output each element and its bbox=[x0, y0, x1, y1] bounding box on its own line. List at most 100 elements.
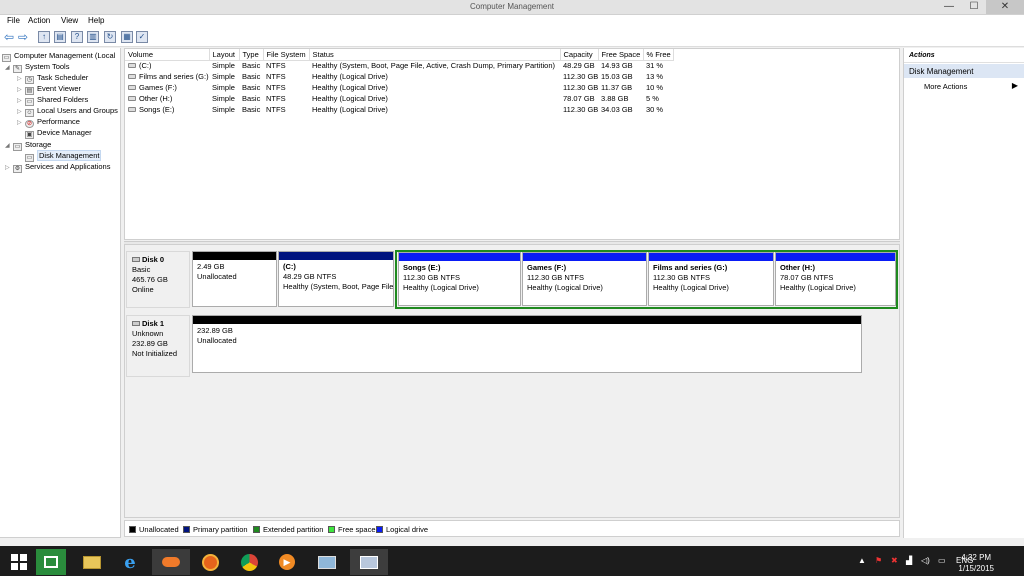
partition-c[interactable]: (C:) 48.29 GB NTFS Healthy (System, Boot… bbox=[278, 251, 394, 307]
table-row[interactable]: (C:) Simple Basic NTFS Healthy (System, … bbox=[125, 60, 673, 71]
partition-color-bar bbox=[649, 253, 773, 261]
tree-event-viewer[interactable]: ▷ ▤ Event Viewer bbox=[17, 83, 81, 95]
internet-explorer-icon[interactable]: e bbox=[111, 549, 149, 575]
tree-shared-folders[interactable]: ▷ ▭ Shared Folders bbox=[17, 94, 88, 106]
clock[interactable]: 4:32 PM 1/15/2015 bbox=[958, 552, 994, 574]
submenu-arrow-icon[interactable]: ▶ bbox=[1012, 81, 1018, 90]
partition-other-h[interactable]: Other (H:) 78.07 GB NTFS Healthy (Logica… bbox=[775, 252, 896, 306]
disk-graphical-view: Disk 0 Basic 465.76 GB Online 2.49 GB Un… bbox=[124, 244, 900, 518]
tree-services-applications[interactable]: ▷ ⚙ Services and Applications bbox=[5, 161, 110, 174]
console-tree: ▭ Computer Management (Local ◢ ✎ System Too… bbox=[0, 48, 121, 538]
partition-songs-e[interactable]: Songs (E:) 112.30 GB NTFS Healthy (Logic… bbox=[398, 252, 521, 306]
window-app-icon[interactable] bbox=[308, 549, 346, 575]
partition-color-bar bbox=[399, 253, 520, 261]
back-arrow-icon[interactable]: ⇦ bbox=[3, 31, 15, 43]
col-file-system[interactable]: File System bbox=[263, 49, 310, 61]
actions-pane: Actions Disk Management More Actions ▶ bbox=[903, 48, 1024, 538]
disk-icon bbox=[132, 321, 140, 326]
error-icon[interactable]: ✖ bbox=[891, 556, 898, 565]
menu-bar: File Action View Help bbox=[0, 15, 1024, 28]
firefox-icon[interactable] bbox=[191, 549, 229, 575]
checklist-icon[interactable]: ✓ bbox=[136, 31, 148, 43]
table-row[interactable]: Games (F:) Simple Basic NTFS Healthy (Lo… bbox=[125, 82, 673, 93]
col-layout[interactable]: Layout bbox=[209, 49, 240, 61]
legend-logical-drive: Logical drive bbox=[376, 525, 428, 534]
title-bar[interactable]: Computer Management — ☐ ✕ bbox=[0, 0, 1024, 15]
partition-color-bar bbox=[279, 252, 393, 260]
up-folder-icon[interactable]: ↑ bbox=[38, 31, 50, 43]
volume-icon[interactable]: ◁) bbox=[921, 556, 930, 565]
partition-unallocated-disk1[interactable]: 232.89 GB Unallocated bbox=[192, 315, 862, 373]
menu-view[interactable]: View bbox=[61, 16, 78, 25]
properties-icon[interactable]: ▦ bbox=[121, 31, 133, 43]
close-button[interactable]: ✕ bbox=[986, 0, 1024, 14]
collapse-arrow-icon[interactable]: ◢ bbox=[5, 141, 13, 152]
disk-1-label[interactable]: Disk 1 Unknown 232.89 GB Not Initialized bbox=[126, 315, 190, 377]
partition-color-bar bbox=[193, 252, 276, 260]
col-status[interactable]: Status bbox=[309, 49, 561, 61]
tree-performance[interactable]: ▷ ⊘ Performance bbox=[17, 116, 80, 128]
volume-table-header: Volume Layout Type File System Status Ca… bbox=[125, 49, 674, 61]
actions-section-disk-management[interactable]: Disk Management bbox=[904, 64, 1024, 78]
start-button[interactable] bbox=[0, 549, 38, 575]
legend-extended: Extended partition bbox=[253, 525, 323, 534]
actions-header: Actions bbox=[904, 48, 1024, 63]
tree-disk-management[interactable]: ▭ Disk Management bbox=[17, 150, 102, 162]
volume-list: Volume Layout Type File System Status Ca… bbox=[124, 48, 900, 240]
forward-arrow-icon[interactable]: ⇨ bbox=[17, 31, 29, 43]
tree-storage[interactable]: ◢ ▭ Storage bbox=[5, 139, 51, 152]
partition-games-f[interactable]: Games (F:) 112.30 GB NTFS Healthy (Logic… bbox=[522, 252, 647, 306]
refresh-icon[interactable]: ↻ bbox=[104, 31, 116, 43]
help-icon[interactable]: ? bbox=[71, 31, 83, 43]
windows-logo-icon bbox=[10, 553, 28, 571]
notifications-icon[interactable]: ▭ bbox=[938, 556, 946, 565]
col-capacity[interactable]: Capacity bbox=[560, 49, 599, 61]
col-volume[interactable]: Volume bbox=[125, 49, 210, 61]
tree-device-manager[interactable]: ▣ Device Manager bbox=[17, 127, 92, 139]
expand-arrow-icon[interactable]: ▷ bbox=[5, 163, 13, 174]
tree-system-tools[interactable]: ◢ ✎ System Tools bbox=[5, 61, 69, 74]
minimize-button[interactable]: — bbox=[936, 0, 962, 14]
legend-primary: Primary partition bbox=[183, 525, 248, 534]
media-player-icon[interactable]: ▶ bbox=[268, 549, 306, 575]
disk-icon bbox=[132, 257, 140, 262]
store-icon[interactable] bbox=[36, 549, 66, 575]
table-row[interactable]: Films and series (G:) Simple Basic NTFS … bbox=[125, 71, 673, 82]
console-tree-icon[interactable]: ▥ bbox=[87, 31, 99, 43]
disk-0-label[interactable]: Disk 0 Basic 465.76 GB Online bbox=[126, 251, 190, 308]
flag-icon[interactable]: ⚑ bbox=[875, 556, 882, 565]
partition-legend: Unallocated Primary partition Extended p… bbox=[124, 520, 900, 537]
menu-file[interactable]: File bbox=[7, 16, 20, 25]
chrome-icon[interactable] bbox=[230, 549, 268, 575]
file-explorer-icon[interactable] bbox=[73, 549, 111, 575]
network-icon[interactable]: ▟ bbox=[906, 556, 912, 565]
maximize-button[interactable]: ☐ bbox=[962, 0, 986, 14]
drive-icon bbox=[128, 74, 136, 79]
more-actions-link[interactable]: More Actions bbox=[924, 82, 967, 91]
tree-computer-management[interactable]: ▭ Computer Management (Local bbox=[2, 50, 115, 62]
device-manager-icon: ▣ bbox=[25, 131, 34, 139]
collapse-arrow-icon[interactable]: ◢ bbox=[5, 63, 13, 74]
drive-icon bbox=[128, 107, 136, 112]
menu-action[interactable]: Action bbox=[28, 16, 50, 25]
show-hidden-icons-icon[interactable]: ▲ bbox=[858, 556, 866, 565]
cloud-app-icon[interactable] bbox=[152, 549, 190, 575]
table-row[interactable]: Songs (E:) Simple Basic NTFS Healthy (Lo… bbox=[125, 104, 673, 115]
menu-help[interactable]: Help bbox=[88, 16, 104, 25]
tree-local-users-groups[interactable]: ▷ ☺ Local Users and Groups bbox=[17, 105, 118, 117]
col-free-space[interactable]: Free Space bbox=[598, 49, 644, 61]
legend-free-space: Free space bbox=[328, 525, 376, 534]
partition-color-bar bbox=[193, 316, 861, 324]
partition-films-series-g[interactable]: Films and series (G:) 112.30 GB NTFS Hea… bbox=[648, 252, 774, 306]
volume-table: Volume Layout Type File System Status Ca… bbox=[125, 49, 674, 115]
table-row[interactable]: Other (H:) Simple Basic NTFS Healthy (Lo… bbox=[125, 93, 673, 104]
col-percent-free[interactable]: % Free bbox=[643, 49, 674, 61]
partition-unallocated-disk0[interactable]: 2.49 GB Unallocated bbox=[192, 251, 277, 307]
computer-management-taskbar-icon[interactable] bbox=[350, 549, 388, 575]
computer-management-window: Computer Management — ☐ ✕ File Action Vi… bbox=[0, 0, 1024, 546]
window-title: Computer Management bbox=[469, 2, 555, 11]
col-type[interactable]: Type bbox=[239, 49, 264, 61]
partition-color-bar bbox=[776, 253, 895, 261]
show-hide-tree-icon[interactable]: ▤ bbox=[54, 31, 66, 43]
tree-task-scheduler[interactable]: ▷ ◷ Task Scheduler bbox=[17, 72, 88, 84]
